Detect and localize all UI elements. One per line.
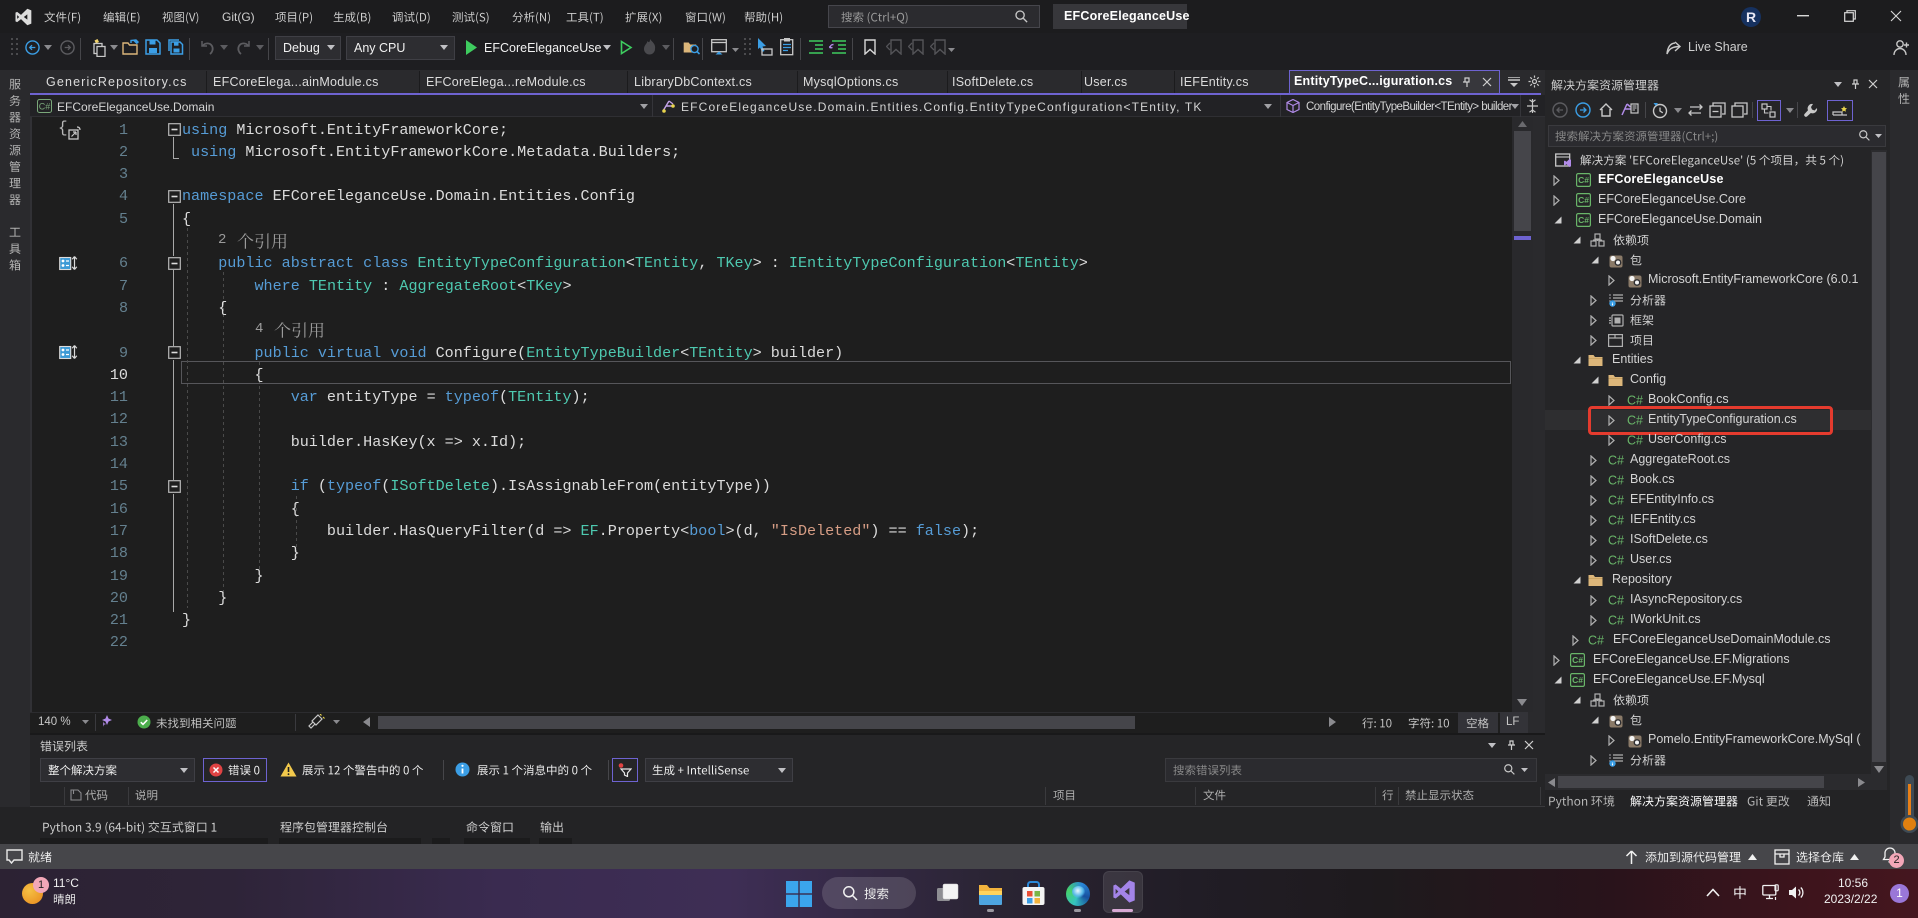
svg-text:C#: C# bbox=[1578, 195, 1589, 205]
svg-text:C#: C# bbox=[1608, 594, 1624, 608]
svg-text:C#: C# bbox=[1608, 614, 1624, 628]
svg-text:C#: C# bbox=[1588, 634, 1604, 648]
svg-text:C#: C# bbox=[1608, 554, 1624, 568]
svg-text:C#: C# bbox=[39, 102, 51, 112]
svg-text:C#: C# bbox=[1578, 215, 1589, 225]
svg-text:C#: C# bbox=[1608, 514, 1624, 528]
svg-text:C#: C# bbox=[1627, 394, 1643, 408]
svg-text:C#: C# bbox=[1627, 434, 1643, 448]
svg-text:C#: C# bbox=[1608, 474, 1624, 488]
svg-text:C#: C# bbox=[1578, 175, 1589, 185]
svg-text:C#: C# bbox=[1608, 454, 1624, 468]
svg-text:C#: C# bbox=[1608, 494, 1624, 508]
svg-text:C#: C# bbox=[1572, 655, 1583, 665]
svg-text:C#: C# bbox=[1608, 534, 1624, 548]
svg-text:C#: C# bbox=[1572, 675, 1583, 685]
